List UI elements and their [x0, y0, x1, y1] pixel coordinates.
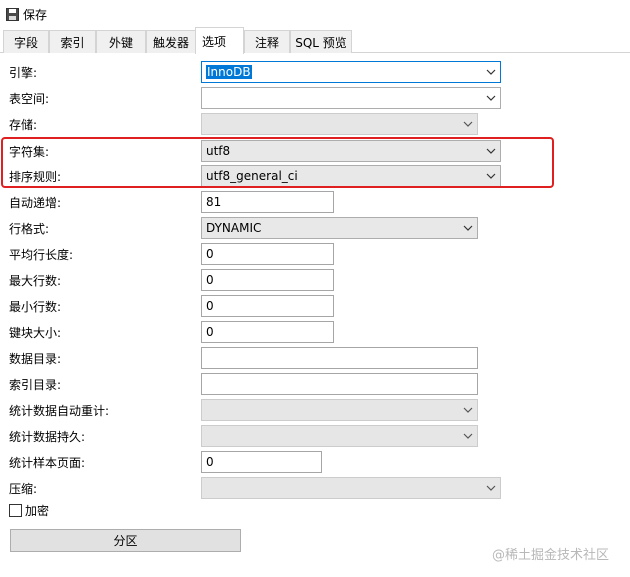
tab-sql-preview[interactable]: SQL 预览 — [290, 30, 352, 53]
engine-label: 引擎: — [9, 66, 38, 80]
charset-collation-highlight — [1, 137, 554, 188]
key-block-size-input[interactable]: 0 — [201, 321, 334, 343]
chevron-down-icon — [486, 485, 496, 491]
floppy-disk-icon — [6, 7, 19, 21]
max-rows-label: 最大行数: — [9, 274, 62, 288]
data-directory-input[interactable] — [201, 347, 478, 369]
storage-select[interactable] — [201, 113, 478, 135]
min-rows-input[interactable]: 0 — [201, 295, 334, 317]
chevron-down-icon — [486, 69, 496, 75]
storage-label: 存储: — [9, 118, 38, 132]
tab-fields[interactable]: 字段 — [3, 30, 49, 53]
tab-foreign-keys[interactable]: 外键 — [96, 30, 146, 53]
auto-increment-label: 自动递增: — [9, 196, 62, 210]
key-block-size-label: 键块大小: — [9, 326, 62, 340]
tab-comments[interactable]: 注释 — [244, 30, 290, 53]
chevron-down-icon — [486, 95, 496, 101]
tab-bar: 字段 索引 外键 触发器 选项 注释 SQL 预览 — [0, 27, 630, 54]
chevron-down-icon — [463, 407, 473, 413]
compression-select[interactable] — [201, 477, 501, 499]
min-rows-label: 最小行数: — [9, 300, 62, 314]
data-directory-label: 数据目录: — [9, 352, 62, 366]
stats-persistent-select[interactable] — [201, 425, 478, 447]
stats-sample-pages-label: 统计样本页面: — [9, 456, 86, 470]
chevron-down-icon — [463, 121, 473, 127]
partition-button[interactable]: 分区 — [10, 529, 241, 552]
stats-persistent-label: 统计数据持久: — [9, 430, 86, 444]
tablespace-label: 表空间: — [9, 92, 50, 106]
encryption-checkbox[interactable] — [9, 503, 22, 517]
engine-select[interactable]: InnoDB — [201, 61, 501, 83]
tablespace-select[interactable] — [201, 87, 501, 109]
engine-value: InnoDB — [206, 65, 252, 79]
max-rows-input[interactable]: 0 — [201, 269, 334, 291]
stats-auto-recalc-label: 统计数据自动重计: — [9, 404, 110, 418]
encryption-label: 加密 — [25, 503, 50, 518]
tab-options[interactable]: 选项 — [195, 27, 244, 54]
chevron-down-icon — [463, 225, 473, 231]
chevron-down-icon — [463, 433, 473, 439]
stats-sample-pages-input[interactable]: 0 — [201, 451, 322, 473]
stats-auto-recalc-select[interactable] — [201, 399, 478, 421]
save-button-label: 保存 — [23, 7, 48, 22]
row-format-select[interactable]: DYNAMIC — [201, 217, 478, 239]
avg-row-length-label: 平均行长度: — [9, 248, 74, 262]
row-format-value: DYNAMIC — [206, 221, 262, 235]
save-button[interactable]: 保存 — [6, 5, 47, 23]
avg-row-length-input[interactable]: 0 — [201, 243, 334, 265]
tab-indexes[interactable]: 索引 — [49, 30, 96, 53]
auto-increment-input[interactable]: 81 — [201, 191, 334, 213]
toolbar: 保存 — [0, 0, 630, 27]
watermark: @稀土掘金技术社区 — [492, 548, 610, 563]
compression-label: 压缩: — [9, 482, 38, 496]
index-directory-label: 索引目录: — [9, 378, 62, 392]
index-directory-input[interactable] — [201, 373, 478, 395]
tab-triggers[interactable]: 触发器 — [146, 30, 196, 53]
encryption-checkbox-row[interactable]: 加密 — [9, 503, 50, 518]
row-format-label: 行格式: — [9, 222, 50, 236]
